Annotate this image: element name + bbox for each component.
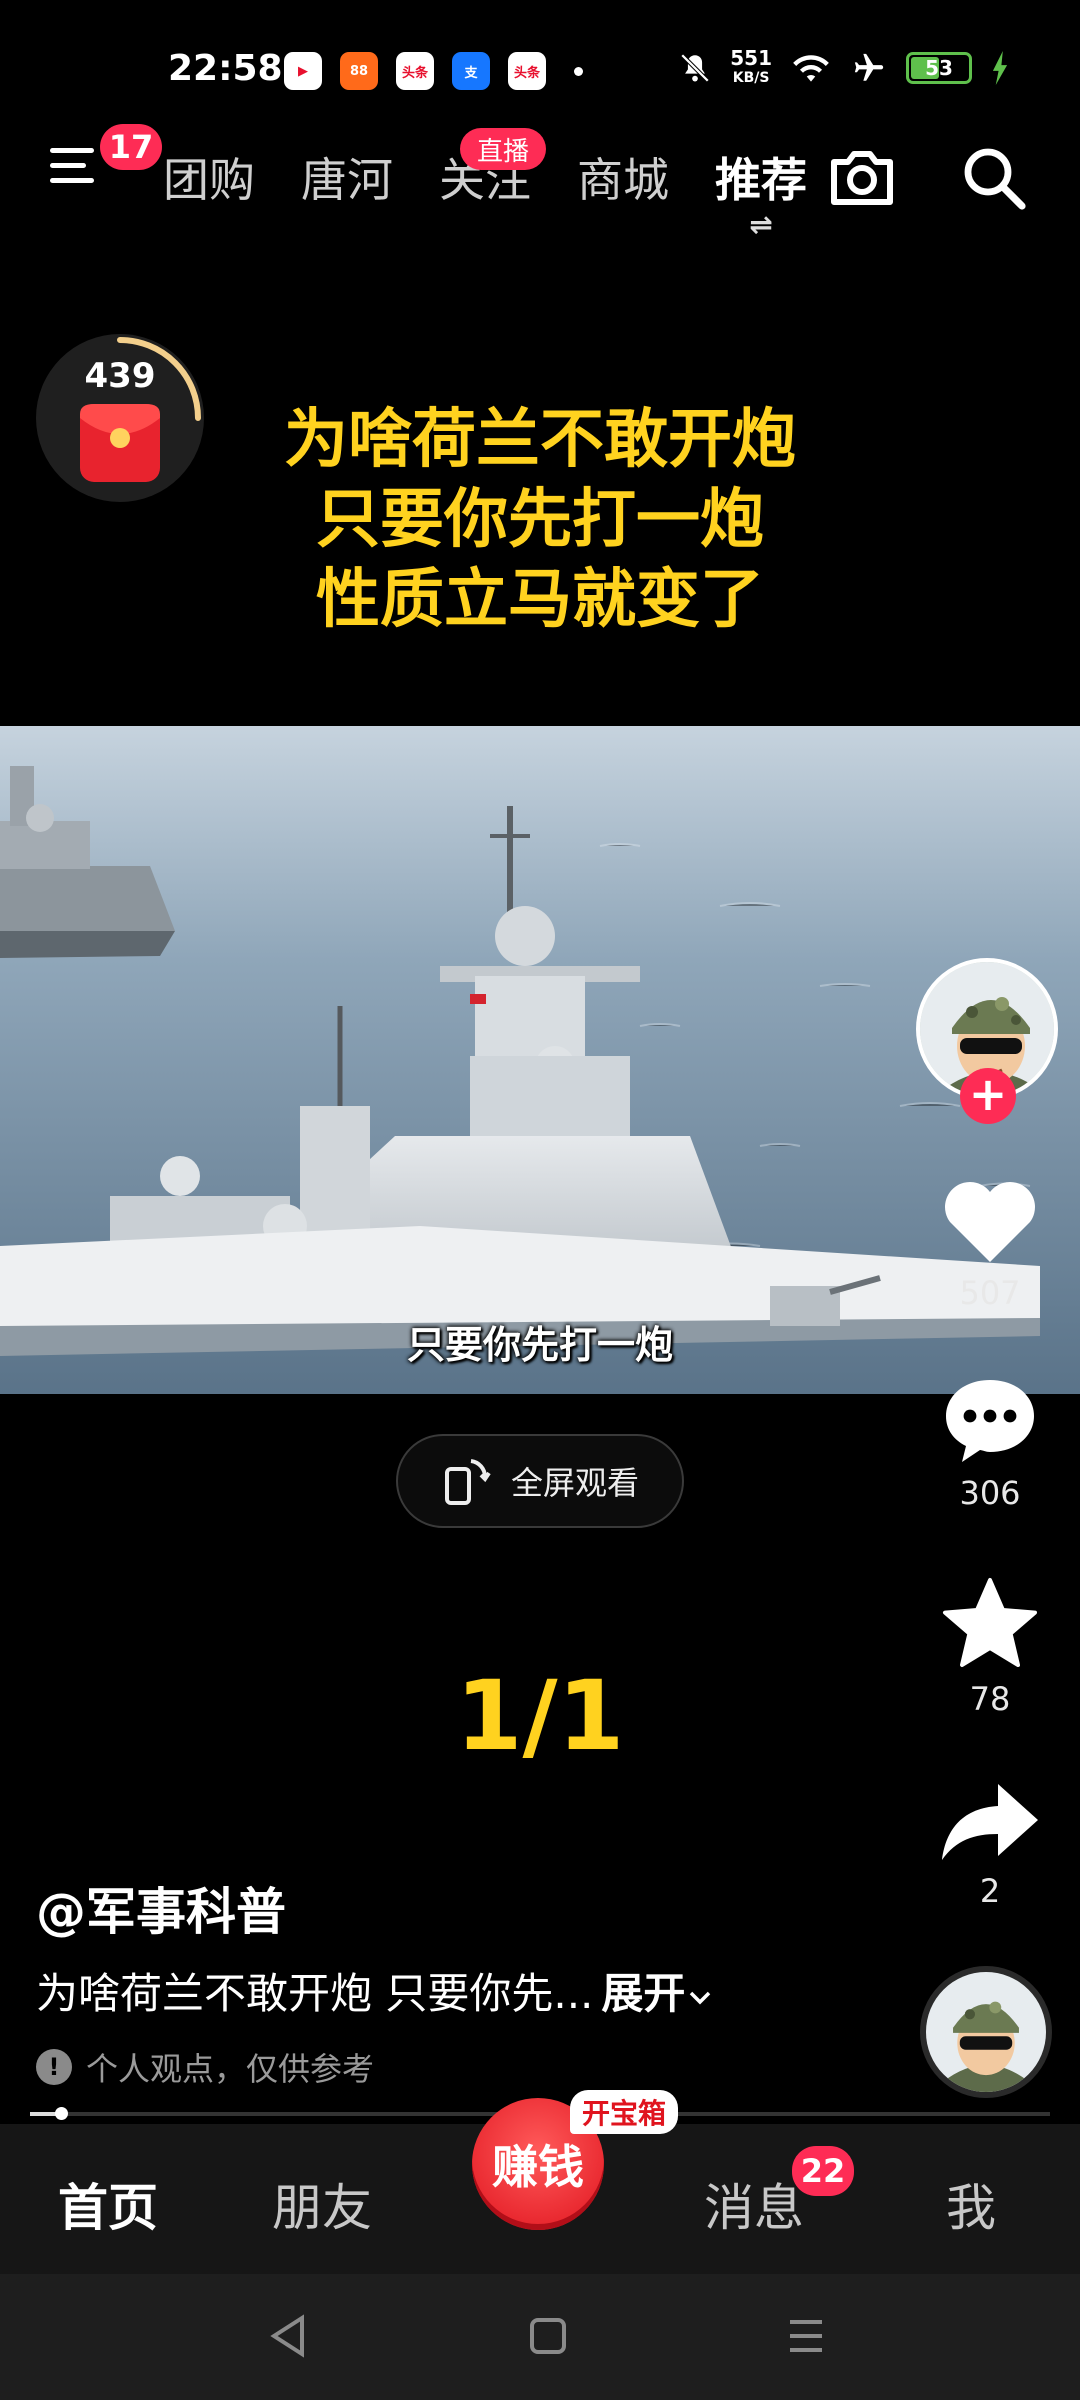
toutiao-app-icon: 头条 — [396, 52, 434, 90]
messages-badge: 22 — [792, 2146, 854, 2196]
coin-count: 439 — [84, 356, 156, 396]
battery-indicator: 53 — [906, 52, 972, 84]
share-action[interactable]: 2 — [910, 1780, 1070, 1910]
follow-plus-button[interactable]: + — [960, 1068, 1016, 1124]
tab-recommend-label: 推荐 — [715, 153, 807, 207]
notice-text: 个人观点，仅供参考 — [86, 2050, 375, 2088]
tab-messages[interactable]: 消息 — [704, 2168, 804, 2240]
earn-label: 赚钱 — [492, 2140, 584, 2194]
toutiao-app-icon-2: 头条 — [508, 52, 546, 90]
top-navigation: 17 团购 唐河 关注 直播 商城 推荐 ⇌ — [0, 124, 1080, 241]
share-arrow-icon — [942, 1784, 1038, 1860]
headline-line-3: 性质立马就变了 — [316, 563, 764, 637]
tab-friends[interactable]: 朋友 — [272, 2168, 372, 2240]
swap-arrows-icon: ⇌ — [749, 208, 773, 241]
tab-recommend[interactable]: 推荐 ⇌ — [692, 144, 830, 241]
description-text: 为啥荷兰不敢开炮 只要你先... — [36, 1969, 594, 2018]
status-indicators: 551 KB/S 53 — [678, 48, 1010, 88]
status-bar: 22:58 ▶ 88 头条 支 头条 551 KB/S 53 — [0, 0, 1080, 140]
fullscreen-button[interactable]: 全屏观看 — [396, 1434, 684, 1528]
video-caption-headline: 为啥荷兰不敢开炮 只要你先打一炮 性质立马就变了 — [0, 400, 1080, 640]
airplane-mode-icon — [854, 53, 884, 81]
recents-menu-icon[interactable] — [786, 2316, 826, 2356]
like-count: 507 — [959, 1274, 1021, 1312]
camera-icon[interactable] — [826, 146, 898, 210]
menu-button[interactable] — [50, 148, 104, 202]
music-disc-avatar-image — [926, 1972, 1046, 2092]
live-badge: 直播 — [460, 128, 546, 170]
open-treasure-tag[interactable]: 开宝箱 — [570, 2090, 679, 2134]
back-triangle-icon[interactable] — [268, 2314, 308, 2358]
status-time: 22:58 — [168, 48, 283, 89]
comment-action[interactable]: 306 — [910, 1374, 1070, 1512]
favorite-count: 78 — [969, 1680, 1011, 1718]
headline-line-2: 只要你先打一炮 — [316, 483, 764, 557]
wifi-icon — [793, 55, 829, 82]
home-square-icon[interactable] — [528, 2316, 568, 2356]
headline-line-1: 为啥荷兰不敢开炮 — [284, 403, 796, 477]
comment-bubble-icon — [946, 1380, 1034, 1462]
chevron-down-icon — [690, 1991, 711, 2004]
shopping-app-icon: 88 — [340, 52, 378, 90]
like-action[interactable]: 507 — [910, 1176, 1070, 1312]
star-icon — [943, 1578, 1037, 1667]
expand-button[interactable]: 展开 — [601, 1969, 715, 2018]
tab-following[interactable]: 关注 直播 — [416, 128, 554, 210]
notification-app-icons: ▶ 88 头条 支 头条 — [284, 52, 583, 90]
mute-bell-icon — [680, 53, 710, 83]
tab-tanghe[interactable]: 唐河 — [278, 144, 416, 210]
nav-tabs: 团购 唐河 关注 直播 商城 推荐 ⇌ — [140, 128, 830, 241]
search-icon[interactable] — [960, 144, 1028, 212]
network-speed: 551 KB/S — [730, 46, 772, 86]
fullscreen-label: 全屏观看 — [510, 1464, 639, 1502]
tab-home[interactable]: 首页 — [58, 2168, 158, 2240]
tab-me[interactable]: 我 — [946, 2168, 996, 2240]
favorite-action[interactable]: 78 — [910, 1576, 1070, 1718]
opinion-notice: ! 个人观点，仅供参考 — [36, 2044, 374, 2090]
tab-mall[interactable]: 商城 — [554, 144, 692, 210]
music-disc[interactable] — [920, 1966, 1052, 2098]
charging-bolt-icon — [992, 51, 1008, 85]
tab-group-buy[interactable]: 团购 — [140, 144, 278, 210]
exclamation-icon: ! — [36, 2049, 72, 2085]
alipay-app-icon: 支 — [452, 52, 490, 90]
rotate-screen-icon — [444, 1459, 491, 1505]
more-notifications-dot-icon — [574, 66, 583, 76]
author-name[interactable]: @军事科普 — [36, 1872, 286, 1944]
post-description[interactable]: 为啥荷兰不敢开炮 只要你先... 展开 — [36, 1960, 715, 2021]
video-subtitle: 只要你先打一炮 — [406, 1323, 673, 1367]
heart-icon — [945, 1182, 1035, 1262]
share-count: 2 — [979, 1872, 1001, 1910]
comment-count: 306 — [959, 1474, 1021, 1512]
system-navigation-bar — [0, 2274, 1080, 2400]
video-app-icon: ▶ — [284, 52, 322, 90]
progress-handle[interactable] — [54, 2107, 68, 2120]
